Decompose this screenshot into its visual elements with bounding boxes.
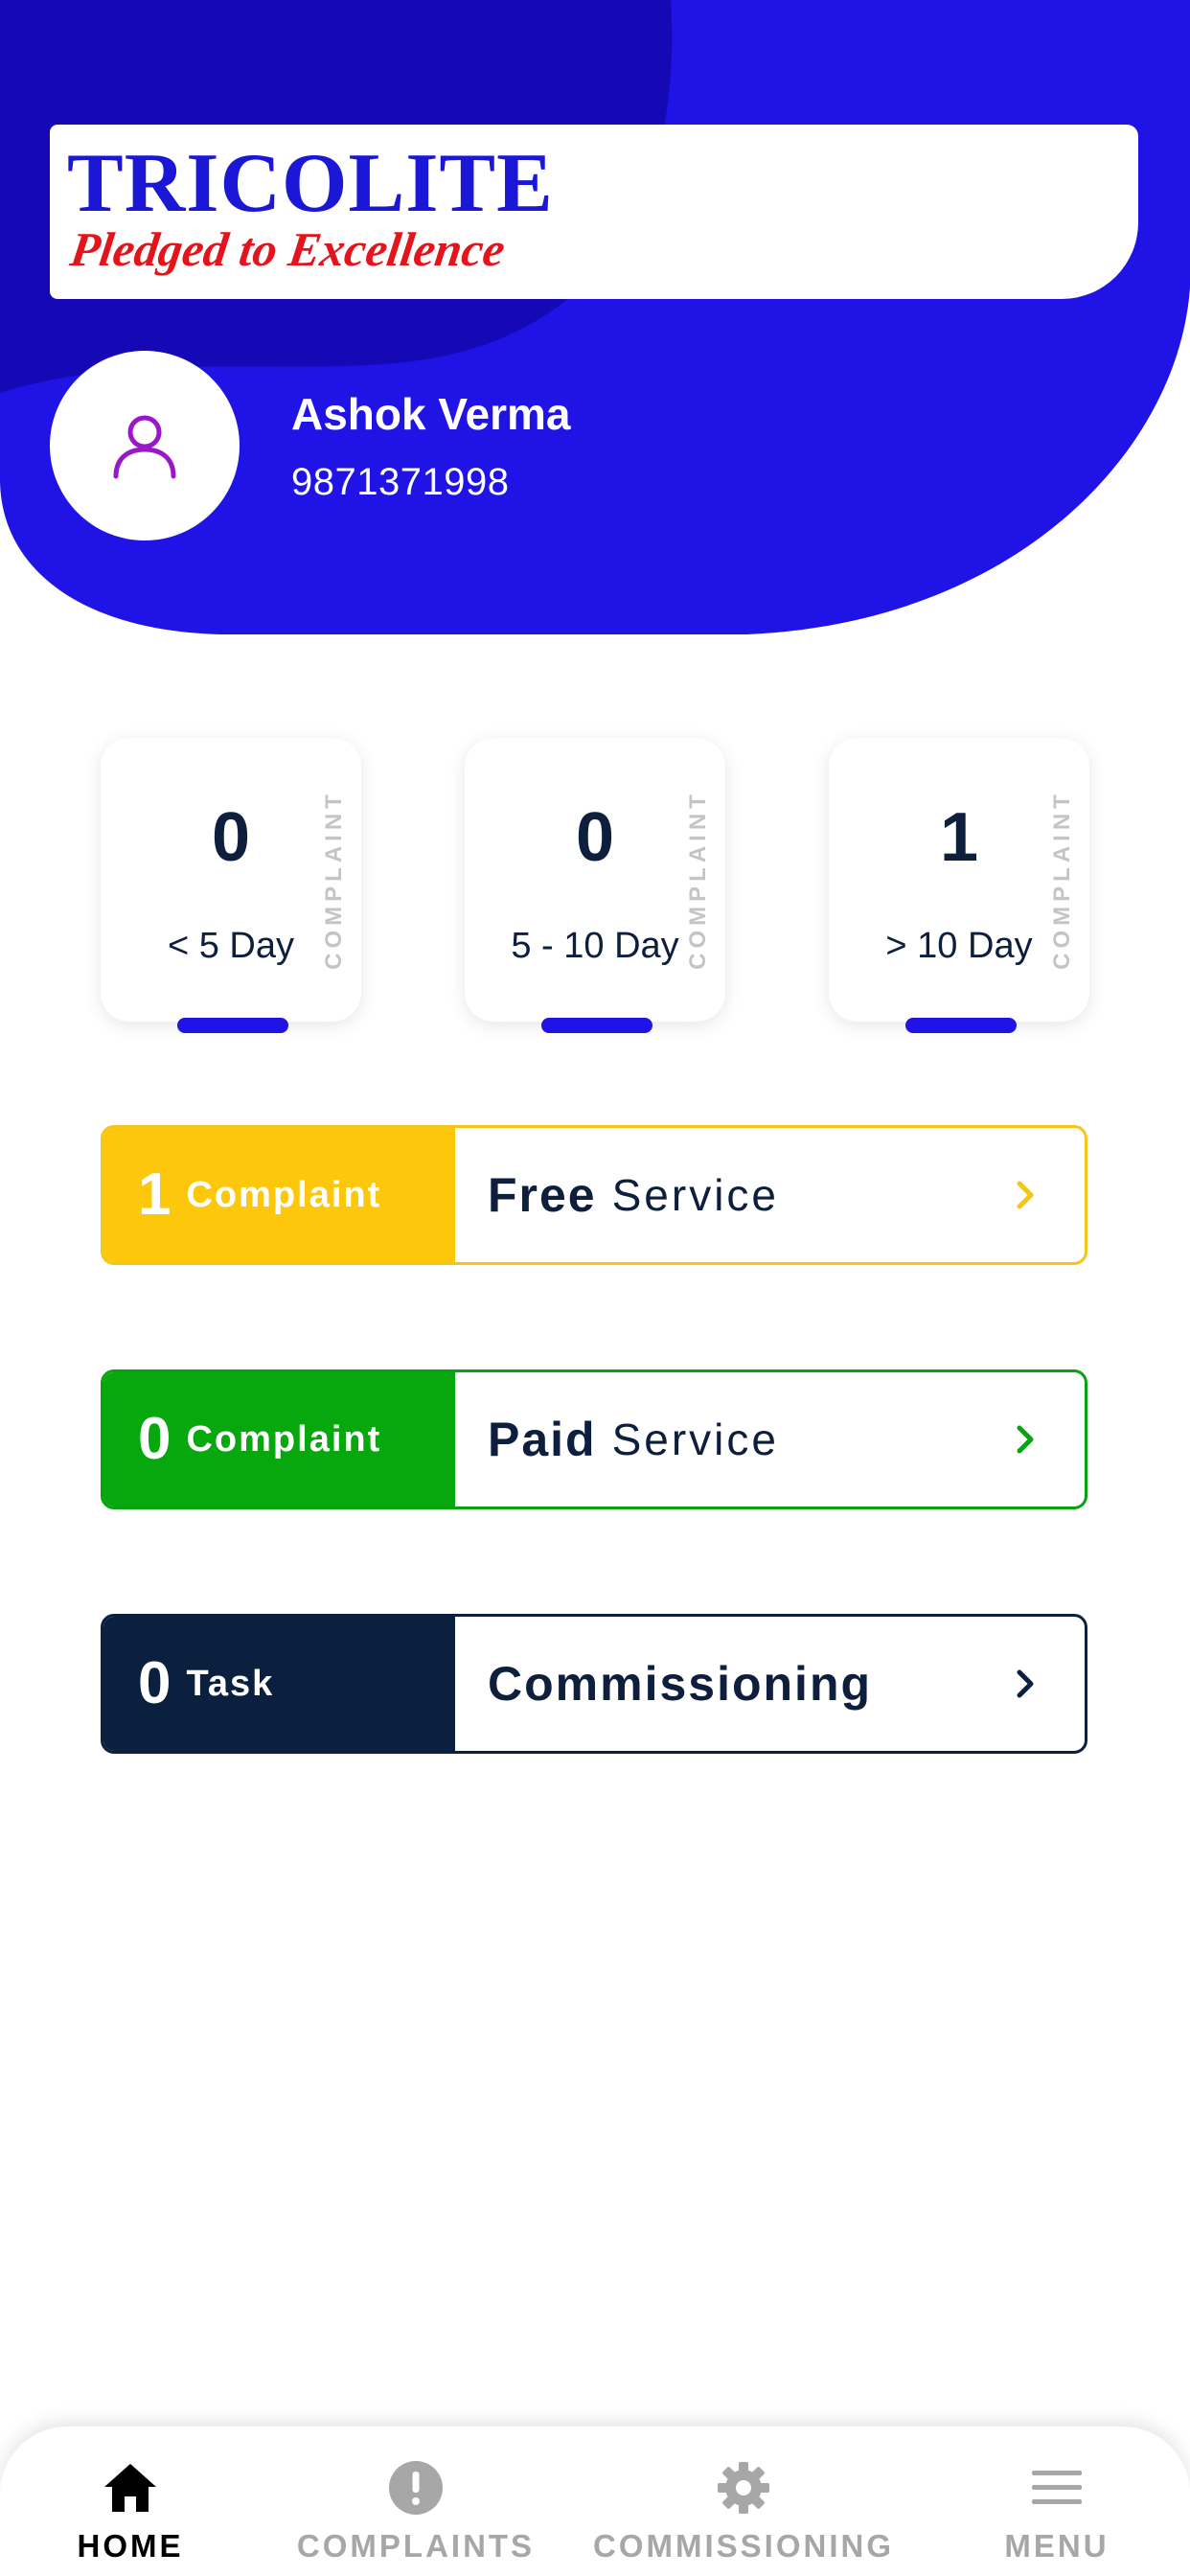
paid-service-count: 0 (138, 1406, 172, 1472)
bottom-nav-bar: HOME COMPLAINTS COMMISSIONING MENU (0, 2426, 1190, 2576)
brand-logo-tagline: Pledged to Excellence (67, 222, 509, 276)
nav-item-home[interactable]: HOME (54, 2426, 207, 2576)
paid-service-subtitle: Service (611, 1414, 779, 1464)
paid-service-unit: Complaint (186, 1419, 382, 1460)
paid-service-title: Paid (488, 1413, 597, 1466)
chevron-right-icon (1010, 1179, 1042, 1211)
stat-side-label: COMPLAINT (685, 790, 711, 970)
paid-service-count-block: 0 Complaint (103, 1372, 455, 1506)
stat-card-over-10-days[interactable]: 1 > 10 Day COMPLAINT (829, 738, 1089, 1033)
stat-card-under-5-days[interactable]: 0 < 5 Day COMPLAINT (101, 738, 361, 1033)
commissioning-unit: Task (186, 1664, 275, 1704)
free-service-unit: Complaint (186, 1175, 382, 1215)
free-service-subtitle: Service (611, 1170, 780, 1220)
commissioning-button[interactable]: 0 Task Commissioning (101, 1614, 1087, 1754)
chevron-right-icon (1010, 1668, 1042, 1700)
nav-label: HOME (77, 2528, 184, 2564)
user-name: Ashok Verma (291, 389, 571, 439)
brand-logo-wordmark: TRICOLITE (67, 137, 554, 230)
free-service-label-block: Free Service (455, 1128, 1085, 1262)
alert-circle-icon (385, 2457, 446, 2518)
nav-label: COMMISSIONING (593, 2528, 895, 2564)
nav-label: COMPLAINTS (296, 2528, 536, 2564)
brand-logo-card: TRICOLITE Pledged to Excellence (50, 125, 1138, 299)
user-phone: 9871371998 (291, 461, 510, 503)
free-service-count: 1 (138, 1162, 172, 1228)
home-screen: TRICOLITE Pledged to Excellence Ashok Ve… (0, 0, 1190, 2576)
free-service-count-block: 1 Complaint (103, 1128, 455, 1262)
nav-label: MENU (1004, 2528, 1110, 2564)
person-outline-icon (113, 415, 176, 479)
hamburger-menu-icon (1026, 2457, 1087, 2518)
paid-service-label-block: Paid Service (455, 1372, 1085, 1506)
header-background (0, 0, 1190, 634)
commissioning-count-block: 0 Task (103, 1617, 455, 1751)
avatar[interactable] (50, 351, 240, 540)
stat-accent-bar (541, 1018, 652, 1033)
stat-accent-bar (177, 1018, 288, 1033)
commissioning-label-block: Commissioning (455, 1617, 1085, 1751)
chevron-right-icon (1010, 1423, 1042, 1456)
stat-side-label: COMPLAINT (321, 790, 347, 970)
gear-icon (713, 2457, 774, 2518)
stat-side-label: COMPLAINT (1049, 790, 1075, 970)
home-icon (100, 2457, 161, 2518)
paid-service-button[interactable]: 0 Complaint Paid Service (101, 1369, 1087, 1509)
stat-card-5-to-10-days[interactable]: 0 5 - 10 Day COMPLAINT (465, 738, 725, 1033)
stat-accent-bar (905, 1018, 1017, 1033)
free-service-button[interactable]: 1 Complaint Free Service (101, 1125, 1087, 1265)
free-service-title: Free (488, 1168, 597, 1222)
commissioning-count: 0 (138, 1650, 172, 1716)
nav-item-menu[interactable]: MENU (989, 2426, 1125, 2576)
nav-item-commissioning[interactable]: COMMISSIONING (593, 2426, 895, 2576)
nav-item-complaints[interactable]: COMPLAINTS (289, 2426, 542, 2576)
commissioning-title: Commissioning (488, 1657, 873, 1711)
